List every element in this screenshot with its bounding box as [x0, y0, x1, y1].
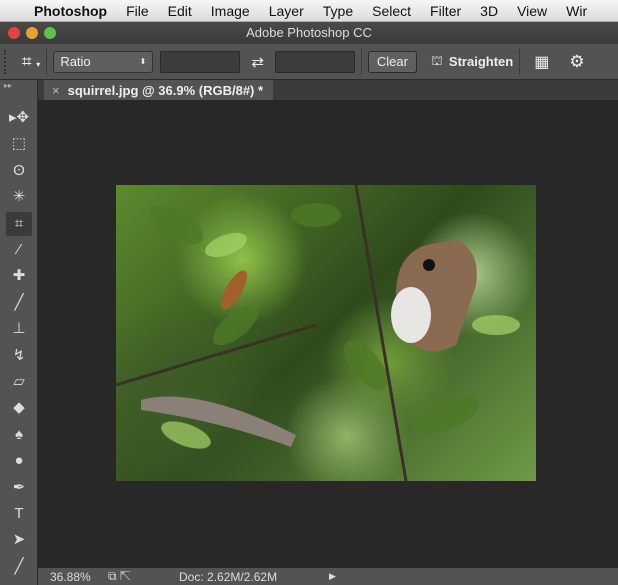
straighten-icon[interactable]: ⛫ — [431, 53, 443, 71]
zoom-window-button[interactable] — [44, 27, 56, 39]
eraser-tool[interactable]: ▱ — [6, 370, 32, 394]
eyedropper-tool[interactable]: ⁄ — [6, 238, 32, 262]
clear-button[interactable]: Clear — [367, 50, 417, 73]
dodge-tool[interactable]: ● — [6, 449, 32, 473]
menu-file[interactable]: File — [126, 3, 149, 19]
document-tab-title: squirrel.jpg @ 36.9% (RGB/8#) * — [67, 82, 264, 98]
line-tool[interactable]: ╱ — [6, 555, 32, 579]
menu-edit[interactable]: Edit — [168, 3, 192, 19]
move-tool[interactable]: ▸✥ — [6, 106, 32, 130]
menu-app[interactable]: Photoshop — [34, 3, 107, 19]
divider — [360, 48, 362, 75]
menu-type[interactable]: Type — [323, 3, 353, 19]
crop-tool[interactable]: ⌗ — [6, 211, 32, 236]
clone-stamp-tool[interactable]: ⊥ — [6, 317, 32, 341]
path-selection-tool[interactable]: ➤ — [6, 528, 32, 552]
paint-bucket-tool[interactable]: ◆ — [6, 396, 32, 420]
menu-3d[interactable]: 3D — [480, 3, 498, 19]
grip-handle[interactable] — [4, 49, 10, 74]
document-tab[interactable]: × squirrel.jpg @ 36.9% (RGB/8#) * — [44, 80, 274, 100]
title-bar: Adobe Photoshop CC — [0, 22, 618, 44]
magic-wand-tool[interactable]: ✳ — [6, 185, 32, 209]
close-tab-icon[interactable]: × — [52, 83, 60, 98]
lasso-tool[interactable]: ʘ — [6, 159, 32, 183]
select-arrows-icon: ⬍ — [139, 57, 147, 66]
pen-tool[interactable]: ✒ — [6, 476, 32, 500]
squirrel-photo[interactable] — [116, 185, 536, 481]
ratio-select-value: Ratio — [60, 54, 91, 69]
ratio-width-input[interactable] — [160, 50, 241, 73]
healing-brush-tool[interactable]: ✚ — [6, 264, 32, 288]
zoom-level[interactable]: 36.88% — [50, 570, 104, 584]
divider — [519, 48, 521, 75]
document-tab-bar: × squirrel.jpg @ 36.9% (RGB/8#) * — [38, 80, 618, 100]
straighten-button[interactable]: Straighten — [449, 54, 513, 69]
share-icon[interactable]: ⧉ ⇱ — [108, 569, 131, 584]
swap-icon[interactable]: ⇄ — [251, 53, 264, 71]
status-menu-arrow-icon[interactable]: ▶ — [329, 571, 336, 582]
menu-view[interactable]: View — [517, 3, 547, 19]
history-brush-tool[interactable]: ↯ — [6, 344, 32, 368]
menu-window[interactable]: Wir — [566, 3, 587, 19]
close-window-button[interactable] — [8, 27, 20, 39]
blur-tool[interactable]: ♠ — [6, 423, 32, 447]
ratio-select[interactable]: Ratio ⬍ — [53, 50, 154, 73]
minimize-window-button[interactable] — [26, 27, 38, 39]
document-size: Doc: 2.62M/2.62M — [179, 569, 278, 584]
menu-layer[interactable]: Layer — [269, 3, 304, 19]
window-title: Adobe Photoshop CC — [246, 25, 372, 40]
ratio-height-input[interactable] — [274, 50, 355, 73]
collapse-panel-icon[interactable]: ▸▸ — [4, 81, 12, 90]
marquee-tool[interactable]: ⬚ — [6, 132, 32, 156]
brush-tool[interactable]: ╱ — [6, 291, 32, 315]
divider — [46, 48, 48, 75]
photo-content — [116, 185, 520, 481]
status-bar: 36.88% ⧉ ⇱ Doc: 2.62M/2.62M ▶ — [38, 568, 618, 585]
options-bar: ⌗ ▾ Ratio ⬍ ⇄ Clear ⛫ Straighten ▦ ⚙ — [0, 44, 618, 80]
menu-select[interactable]: Select — [372, 3, 411, 19]
crop-tool-preset-icon[interactable]: ⌗ ▾ — [22, 52, 40, 72]
menu-filter[interactable]: Filter — [430, 3, 461, 19]
tools-panel: ▸▸ ▸✥ ⬚ ʘ ✳ ⌗ ⁄ ✚ ╱ ⊥ ↯ ▱ ◆ ♠ ● ✒ T ➤ ╱ — [0, 80, 38, 585]
overlay-grid-icon[interactable]: ▦ — [534, 52, 549, 72]
menu-image[interactable]: Image — [211, 3, 250, 19]
type-tool[interactable]: T — [6, 502, 32, 526]
menu-bar: Photoshop File Edit Image Layer Type Sel… — [0, 0, 618, 22]
gear-icon[interactable]: ⚙ — [569, 52, 584, 72]
